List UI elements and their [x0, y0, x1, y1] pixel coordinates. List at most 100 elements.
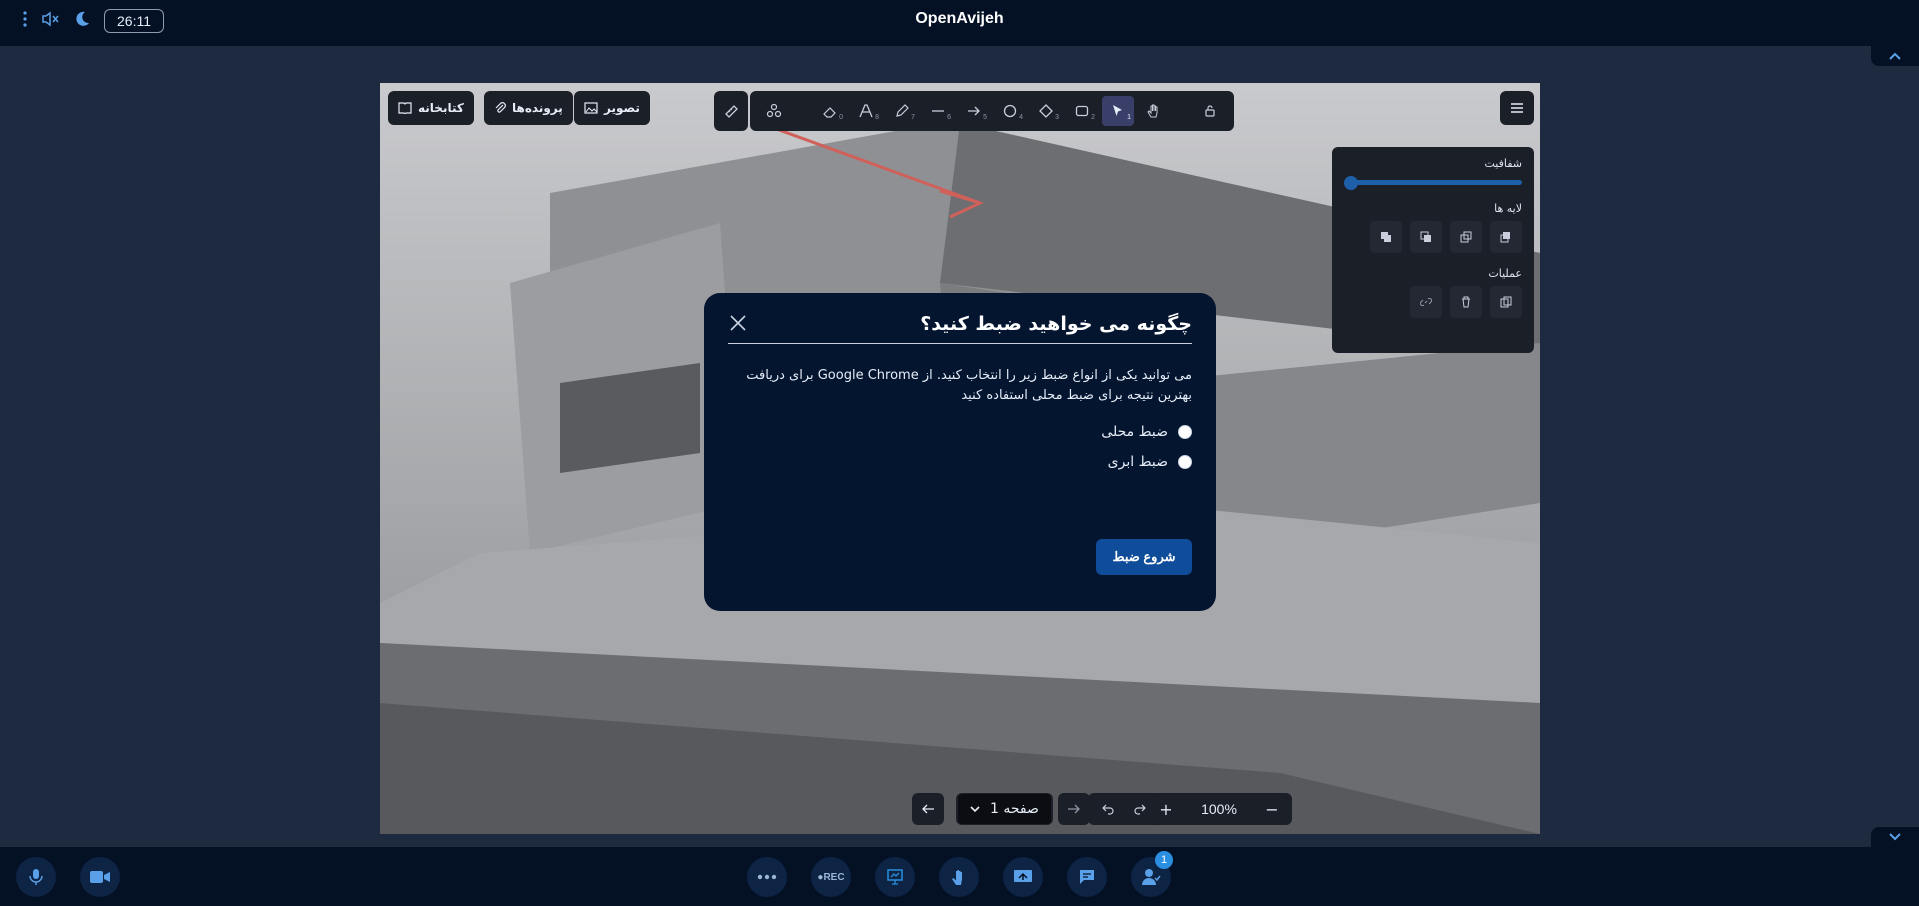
page-select-label: صفحه 1: [990, 801, 1039, 817]
app-title: OpenAvijeh: [915, 10, 1004, 27]
camera-icon: [90, 871, 110, 883]
board-menu-button[interactable]: [1500, 91, 1534, 125]
screen-share-button[interactable]: [1003, 857, 1043, 897]
shapes-tool[interactable]: [758, 96, 790, 126]
files-button[interactable]: پرونده‌ها: [484, 91, 573, 125]
record-button[interactable]: ●REC: [811, 857, 851, 897]
undo-icon: [1102, 804, 1114, 815]
more-options-button[interactable]: [747, 857, 787, 897]
top-bar: 26:11 OpenAvijeh: [0, 0, 1919, 46]
lock-tool[interactable]: [1194, 96, 1226, 126]
circle-icon: [1003, 104, 1017, 118]
local-recording-radio[interactable]: [1178, 425, 1192, 439]
page-select-group: صفحه 1: [956, 793, 1053, 825]
ellipse-shortcut: 4: [1019, 114, 1023, 121]
eraser-tool-extra[interactable]: [714, 91, 748, 131]
hand-icon: [952, 870, 962, 885]
drawing-toolbar: 0 8 7 6 5 4 3 2 1: [750, 91, 1234, 131]
chevron-down-icon: [970, 806, 980, 813]
actions-row: [1344, 286, 1522, 318]
bring-to-front-button[interactable]: [1490, 221, 1522, 253]
hand-tool[interactable]: [1138, 96, 1170, 126]
start-recording-button[interactable]: شروع ضبط: [1096, 539, 1192, 575]
text-tool[interactable]: 8: [850, 96, 882, 126]
participants-button[interactable]: 1: [1131, 851, 1173, 897]
page-select[interactable]: صفحه 1: [958, 794, 1051, 824]
rectangle-icon: [1075, 105, 1089, 117]
meeting-controls: ●REC 1: [747, 851, 1173, 897]
collapse-bottom-button[interactable]: [1871, 827, 1919, 847]
dialog-description: می توانید یکی از انواع ضبط زیر را انتخاب…: [746, 368, 1192, 403]
prev-page-group: [912, 793, 944, 825]
select-tool[interactable]: 1: [1102, 96, 1134, 126]
line-tool[interactable]: 6: [922, 96, 954, 126]
shapes-icon: [766, 103, 782, 118]
undo-button[interactable]: [1094, 795, 1122, 823]
layers-row: [1344, 221, 1522, 253]
library-button[interactable]: کتابخانه: [388, 91, 474, 125]
delete-button[interactable]: [1450, 286, 1482, 318]
history-controls: [1088, 793, 1160, 825]
camera-button[interactable]: [80, 857, 120, 897]
layers-label: لایه ها: [1494, 202, 1522, 215]
link-button[interactable]: [1410, 286, 1442, 318]
next-page-button[interactable]: [1060, 795, 1088, 823]
next-page-group: [1058, 793, 1090, 825]
raise-hand-button[interactable]: [939, 857, 979, 897]
actions-label: عملیات: [1488, 267, 1522, 280]
rec-label: ●REC: [817, 871, 845, 883]
chevron-down-icon: [1889, 833, 1901, 841]
hand-icon: [1147, 104, 1158, 118]
local-recording-label: ضبط محلی: [1101, 424, 1168, 440]
eraser-icon: [823, 107, 836, 118]
screen-share-icon: [1014, 870, 1032, 882]
collapse-top-button[interactable]: [1871, 46, 1919, 66]
close-icon[interactable]: [726, 311, 750, 335]
rectangle-shortcut: 2: [1091, 114, 1095, 121]
lock-icon: [1205, 105, 1215, 117]
microphone-button[interactable]: [16, 857, 56, 897]
cursor-icon: [1113, 105, 1122, 116]
paperclip-icon: [495, 102, 506, 113]
whiteboard-button[interactable]: [875, 857, 915, 897]
pencil-tool[interactable]: 7: [886, 96, 918, 126]
diamond-tool[interactable]: 3: [1030, 96, 1062, 126]
send-backward-icon: [1420, 231, 1431, 242]
opacity-slider-thumb[interactable]: [1344, 176, 1358, 190]
files-label: پرونده‌ها: [512, 101, 563, 115]
more-horizontal-icon: [757, 874, 777, 880]
arrow-right-icon: [1068, 804, 1080, 814]
arrow-tool[interactable]: 5: [958, 96, 990, 126]
chevron-up-icon: [1889, 52, 1901, 60]
local-recording-option[interactable]: ضبط محلی: [728, 424, 1192, 440]
recording-dialog: چگونه می خواهید ضبط کنید؟ می توانید یکی …: [704, 293, 1216, 611]
presentation-icon: [887, 869, 903, 885]
rectangle-tool[interactable]: 2: [1066, 96, 1098, 126]
opacity-slider-track: [1344, 180, 1522, 185]
bring-forward-button[interactable]: [1450, 221, 1482, 253]
opacity-slider[interactable]: [1344, 176, 1522, 190]
cloud-recording-option[interactable]: ضبط ابری: [728, 454, 1192, 470]
cloud-recording-radio[interactable]: [1178, 455, 1192, 469]
chat-button[interactable]: [1067, 857, 1107, 897]
trash-icon: [1462, 296, 1470, 308]
book-icon: [398, 102, 412, 114]
eraser-tool[interactable]: 0: [814, 96, 846, 126]
image-button[interactable]: تصویر: [574, 91, 650, 125]
arrow-right-icon: [968, 106, 980, 116]
zoom-out-button[interactable]: −: [1258, 795, 1286, 823]
text-icon: [859, 104, 873, 118]
diamond-icon: [1039, 104, 1053, 118]
send-backward-button[interactable]: [1410, 221, 1442, 253]
participants-icon: [1142, 869, 1161, 885]
send-back-icon: [1381, 232, 1391, 242]
hamburger-icon: [1511, 103, 1523, 113]
send-to-back-button[interactable]: [1370, 221, 1402, 253]
duplicate-button[interactable]: [1490, 286, 1522, 318]
redo-button[interactable]: [1126, 795, 1154, 823]
ellipse-tool[interactable]: 4: [994, 96, 1026, 126]
prev-page-button[interactable]: [914, 795, 942, 823]
chat-icon: [1080, 870, 1094, 884]
image-icon: [584, 102, 598, 114]
media-controls: [16, 857, 120, 897]
